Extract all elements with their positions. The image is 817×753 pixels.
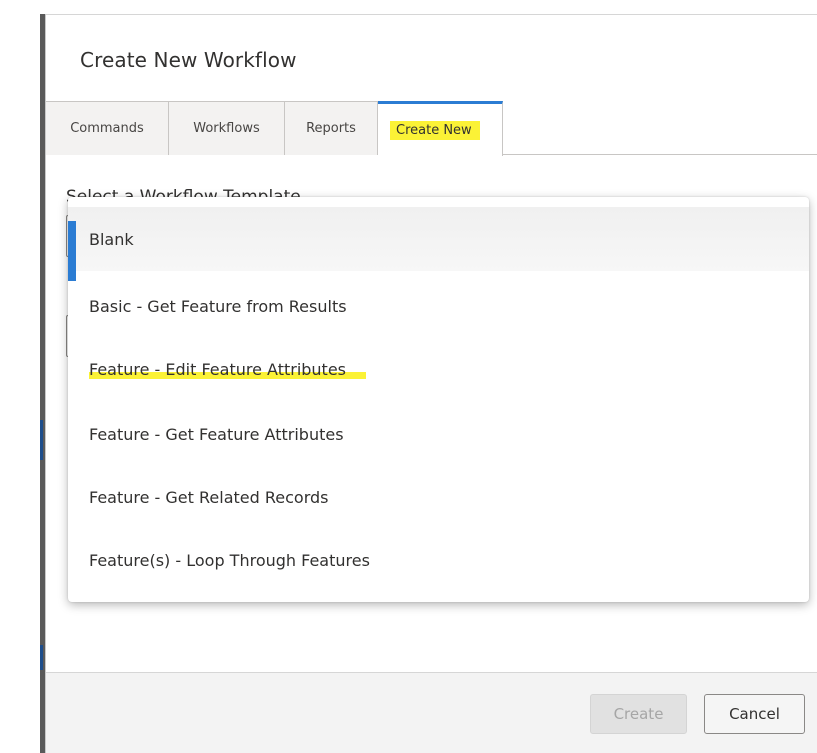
tab-create-new[interactable]: Create New <box>378 101 503 156</box>
dropdown-option-get-feature-attributes[interactable]: Feature - Get Feature Attributes <box>68 402 809 466</box>
option-label: Feature - Get Feature Attributes <box>89 424 344 444</box>
tab-commands[interactable]: Commands <box>46 101 169 155</box>
dialog-footer: Create Cancel <box>46 673 817 753</box>
dropdown-option-loop-through-features[interactable]: Feature(s) - Loop Through Features <box>68 528 809 592</box>
option-label: Feature(s) - Loop Through Features <box>89 550 370 570</box>
background-accent-mark <box>40 645 43 670</box>
template-dropdown-list: Blank Basic - Get Feature from Results F… <box>68 197 809 602</box>
background-accent-mark <box>40 420 43 460</box>
dropdown-option-edit-feature-attributes[interactable]: Feature - Edit Feature Attributes <box>68 337 809 401</box>
option-label: Feature - Get Related Records <box>89 487 329 507</box>
dropdown-option-basic-get-feature[interactable]: Basic - Get Feature from Results <box>68 274 809 338</box>
option-label: Blank <box>89 229 134 249</box>
dropdown-option-blank[interactable]: Blank <box>68 207 809 281</box>
tab-reports[interactable]: Reports <box>285 101 378 155</box>
cancel-button[interactable]: Cancel <box>704 694 805 734</box>
tab-strip: Commands Workflows Reports Create New <box>46 101 817 156</box>
option-label: Basic - Get Feature from Results <box>89 296 347 316</box>
background-strip <box>0 0 45 753</box>
dropdown-option-get-related-records[interactable]: Feature - Get Related Records <box>68 465 809 529</box>
create-button[interactable]: Create <box>590 694 687 734</box>
dialog-title: Create New Workflow <box>80 48 297 72</box>
tab-workflows[interactable]: Workflows <box>169 101 285 155</box>
option-label: Feature - Edit Feature Attributes <box>89 359 367 379</box>
tab-create-new-label: Create New <box>390 120 480 140</box>
